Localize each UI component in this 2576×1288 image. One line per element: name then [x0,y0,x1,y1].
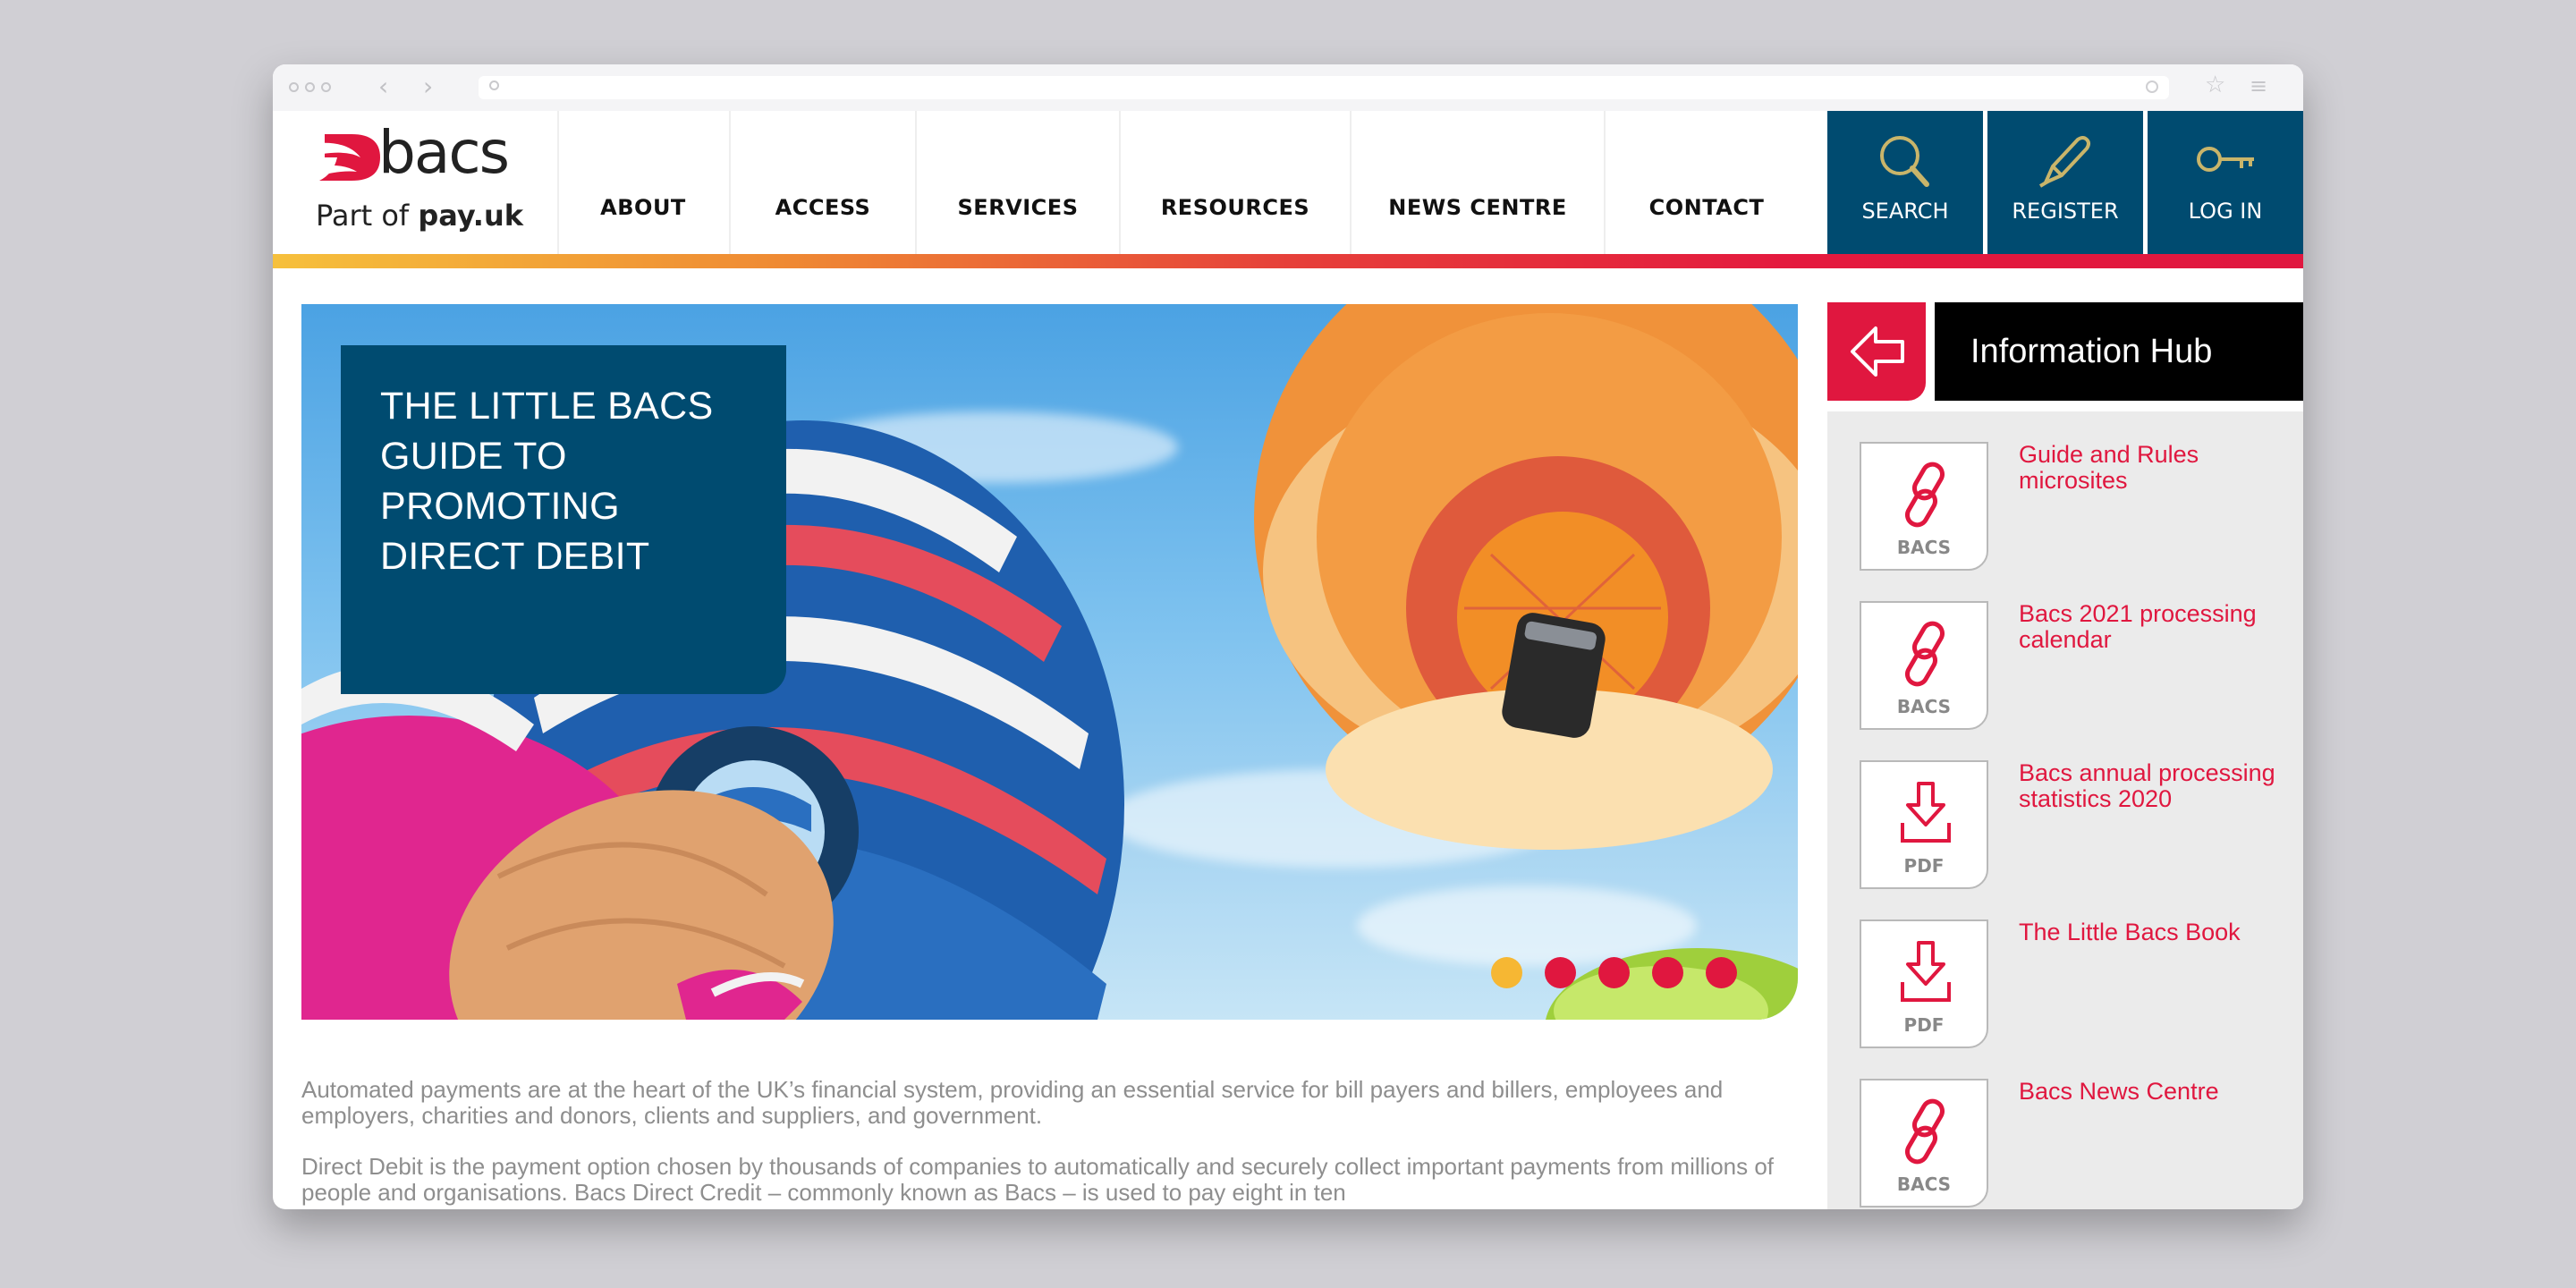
back-arrow-icon[interactable]: ‹ [378,73,388,100]
hub-link[interactable]: Bacs annual processing statistics 2020 [2019,760,2278,812]
site-header: bacs Part of pay.uk ABOUT ACCESS SERVICE… [273,111,2303,254]
nav-news-centre[interactable]: NEWS CENTRE [1352,111,1606,254]
window-close-button[interactable] [289,82,299,92]
intro-paragraph-1: Automated payments are at the heart of t… [301,1076,1724,1129]
hub-link[interactable]: The Little Bacs Book [2019,919,2278,945]
key-icon [2197,147,2254,172]
browser-toolbar: ‹ › ☆ ≡ [273,64,2303,112]
link-icon [1905,621,1945,687]
window-minimize-button[interactable] [305,82,315,92]
carousel-dot-5[interactable] [1706,957,1737,988]
nav-services[interactable]: SERVICES [917,111,1121,254]
window-maximize-button[interactable] [321,82,331,92]
browser-menu-icon[interactable]: ≡ [2250,73,2267,98]
login-button[interactable]: LOG IN [2148,111,2303,254]
hub-link[interactable]: Bacs 2021 processing calendar [2019,601,2278,653]
bacs-logo-mark-icon [318,134,380,181]
nav-contact[interactable]: CONTACT [1606,111,1808,254]
nav-access[interactable]: ACCESS [731,111,917,254]
hub-link[interactable]: Bacs News Centre [2019,1079,2278,1105]
download-icon [1901,941,1951,1002]
arrow-left-icon [1851,326,1904,377]
browser-window: ‹ › ☆ ≡ bacs Part of pay.uk ABOUT ACCESS… [273,64,2303,1209]
search-icon [1880,136,1929,187]
hub-item-news-centre[interactable]: BACS Bacs News Centre [1860,1079,2289,1209]
bacs-logo[interactable]: bacs Part of pay.uk [273,111,559,254]
bookmark-star-icon[interactable]: ☆ [2205,72,2225,98]
hub-tile[interactable]: BACS [1860,601,1988,730]
intro-text: Automated payments are at the heart of t… [301,1077,1777,1209]
carousel-dot-3[interactable] [1598,957,1630,988]
search-label: SEARCH [1861,199,1949,224]
intro-paragraph-2: Direct Debit is the payment option chose… [301,1153,1775,1206]
search-icon [489,80,499,90]
login-label: LOG IN [2188,199,2263,224]
hub-item-little-bacs-book[interactable]: PDF The Little Bacs Book [1860,919,2289,1054]
reload-icon[interactable] [2146,80,2158,93]
nav-about[interactable]: ABOUT [557,111,731,254]
hub-item-processing-calendar[interactable]: BACS Bacs 2021 processing calendar [1860,601,2289,735]
information-hub-title: Information Hub [1935,302,2303,401]
hero-title: THE LITTLE BACS GUIDE TO PROMOTING DIREC… [380,385,714,578]
hub-tile-tag: PDF [1903,1014,1945,1036]
hub-item-processing-statistics[interactable]: PDF Bacs annual processing statistics 20… [1860,760,2289,894]
logo-tagline-prefix: Part of [316,199,419,233]
carousel-dot-2[interactable] [1545,957,1576,988]
pen-icon [2038,136,2090,188]
information-hub-panel: BACS Guide and Rules microsites BACS Bac… [1827,411,2303,1209]
hub-tile[interactable]: PDF [1860,919,1988,1048]
logo-tagline: Part of pay.uk [316,199,523,233]
register-label: REGISTER [2012,199,2119,224]
hub-tile[interactable]: BACS [1860,442,1988,571]
logo-tagline-brand: pay.uk [418,199,524,233]
address-bar[interactable] [479,76,2169,99]
download-icon [1901,782,1951,843]
hero-carousel[interactable]: THE LITTLE BACS GUIDE TO PROMOTING DIREC… [301,304,1798,1020]
hub-tile-tag: BACS [1896,696,1952,717]
hub-tile[interactable]: BACS [1860,1079,1988,1208]
hub-tile-tag: BACS [1896,1174,1952,1195]
carousel-dot-1[interactable] [1491,957,1522,988]
link-icon [1905,1098,1945,1165]
information-hub-header: Information Hub [1827,302,2303,401]
nav-resources[interactable]: RESOURCES [1121,111,1352,254]
forward-arrow-icon[interactable]: › [423,73,433,100]
hub-link[interactable]: Guide and Rules microsites [2019,442,2278,494]
carousel-dot-4[interactable] [1652,957,1683,988]
header-gradient-bar [273,254,2303,268]
link-icon [1905,462,1945,528]
register-button[interactable]: REGISTER [1987,111,2143,254]
hub-tile-tag: PDF [1903,855,1945,877]
search-button[interactable]: SEARCH [1827,111,1983,254]
hub-back-button[interactable] [1827,302,1926,401]
hub-item-guide-rules[interactable]: BACS Guide and Rules microsites [1860,442,2289,576]
hub-tile-tag: BACS [1896,537,1952,558]
hub-tile[interactable]: PDF [1860,760,1988,889]
hero-caption-box[interactable]: THE LITTLE BACS GUIDE TO PROMOTING DIREC… [341,345,786,694]
logo-wordmark: bacs [378,118,510,187]
